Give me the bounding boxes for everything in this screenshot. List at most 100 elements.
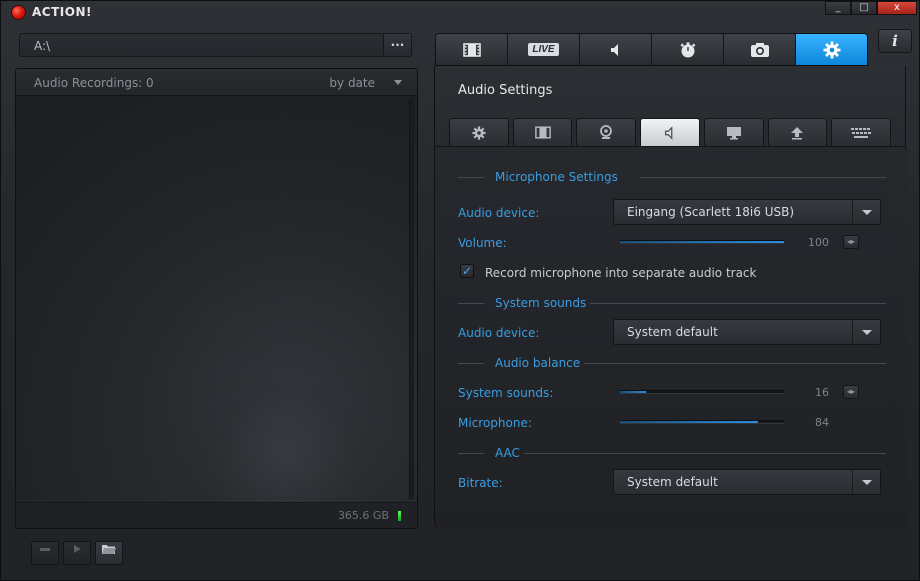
mic-device-label: Audio device:: [458, 206, 540, 220]
play-icon[interactable]: [63, 541, 91, 565]
subtab-webcam[interactable]: [576, 118, 637, 146]
section-microphone: Microphone Settings: [458, 170, 886, 184]
subtab-upload[interactable]: [767, 118, 828, 146]
main-tab-bar: LIVE: [435, 33, 868, 66]
recordings-panel: Audio Recordings: 0 by date 365.6 GB: [15, 68, 418, 529]
maximize-button[interactable]: □: [851, 1, 877, 15]
divider: [458, 453, 484, 454]
sys-device-dropdown[interactable]: System default: [613, 319, 881, 345]
live-icon: LIVE: [528, 43, 559, 56]
subtab-video[interactable]: [512, 118, 573, 146]
divider: [590, 303, 886, 304]
path-bar[interactable]: A:\ ...: [19, 33, 412, 57]
tab-timer[interactable]: [652, 34, 724, 65]
volume-slider[interactable]: [620, 240, 784, 244]
section-label: Audio balance: [495, 356, 581, 370]
volume-value: 100: [808, 236, 829, 249]
mic-device-value: Eingang (Scarlett 18i6 USB): [627, 205, 795, 219]
chevron-down-icon: [862, 480, 872, 485]
slider-fill: [620, 241, 784, 243]
chevron-down-icon: [862, 330, 872, 335]
recordings-scrollbar[interactable]: [409, 99, 414, 499]
gear-icon: [823, 41, 840, 58]
action-window: ACTION! _ □ x A:\ ... Audio Recordings: …: [0, 0, 920, 581]
keyboard-icon: [851, 127, 872, 138]
minimize-button[interactable]: _: [825, 1, 851, 15]
divider: [458, 303, 484, 304]
browse-path-button[interactable]: ...: [383, 34, 411, 56]
monitor-icon: [726, 126, 741, 139]
disk-free-space: 365.6 GB: [337, 509, 389, 522]
sort-chevron-down-icon[interactable]: [394, 80, 402, 85]
volume-mute-button[interactable]: ◂▸: [843, 235, 859, 249]
close-button[interactable]: x: [877, 1, 917, 15]
app-title: ACTION!: [32, 5, 92, 19]
settings-panel: Audio Settings Microphone Settings Audio…: [434, 66, 907, 529]
divider: [458, 363, 484, 364]
tab-screenshot[interactable]: [724, 34, 796, 65]
camera-icon: [750, 42, 769, 57]
slider-fill: [620, 391, 647, 393]
section-system-sounds: System sounds: [458, 296, 886, 310]
gear-icon: [472, 125, 486, 140]
settings-sub-tabs: [449, 118, 892, 146]
divider: [458, 177, 484, 178]
volume-label: Volume:: [458, 236, 507, 250]
chevron-down-icon: [862, 210, 872, 215]
dropdown-button[interactable]: [852, 470, 880, 494]
mic-device-dropdown[interactable]: Eingang (Scarlett 18i6 USB): [613, 199, 881, 225]
disk-status-indicator-icon: [398, 511, 401, 521]
subtab-hotkeys[interactable]: [831, 118, 892, 146]
separate-track-checkbox[interactable]: ✓: [460, 264, 474, 278]
tab-audio[interactable]: [580, 34, 652, 65]
sys-device-label: Audio device:: [458, 326, 540, 340]
window-controls: _ □ x: [825, 1, 917, 15]
sort-dropdown-label[interactable]: by date: [329, 76, 375, 90]
balance-link-button[interactable]: ◂▸: [843, 385, 859, 399]
divider: [524, 453, 886, 454]
divider: [584, 363, 886, 364]
sys-device-value: System default: [627, 325, 718, 339]
subtab-audio[interactable]: [640, 118, 700, 146]
tab-settings[interactable]: [796, 34, 867, 65]
section-label: AAC: [495, 446, 520, 460]
slider-fill: [620, 421, 758, 423]
dropdown-button[interactable]: [852, 320, 880, 344]
balance-system-slider[interactable]: [620, 390, 784, 394]
bitrate-dropdown[interactable]: System default: [613, 469, 881, 495]
speaker-icon: [610, 43, 618, 56]
separate-track-label[interactable]: Record microphone into separate audio tr…: [485, 266, 756, 280]
recordings-header: Audio Recordings: 0 by date: [16, 69, 417, 96]
stopwatch-icon: [680, 42, 695, 57]
page-title: Audio Settings: [458, 83, 553, 98]
balance-mic-label: Microphone:: [458, 416, 532, 430]
film-icon: [534, 126, 551, 139]
subtab-general[interactable]: [449, 118, 509, 146]
subtab-display[interactable]: [703, 118, 764, 146]
balance-mic-value: 84: [815, 416, 829, 429]
tab-video[interactable]: [436, 34, 508, 65]
bitrate-label: Bitrate:: [458, 476, 503, 490]
delete-icon[interactable]: [31, 541, 59, 565]
path-text: A:\: [34, 39, 51, 53]
divider: [640, 177, 886, 178]
speaker-icon: [665, 125, 673, 140]
title-bar: ACTION! _ □ x: [1, 1, 920, 23]
section-label: Microphone Settings: [495, 170, 618, 184]
tab-live[interactable]: LIVE: [508, 34, 580, 65]
webcam-icon: [600, 125, 613, 139]
section-audio-balance: Audio balance: [458, 356, 886, 370]
audio-settings-content: Microphone Settings Audio device: Eingan…: [435, 146, 907, 529]
info-button[interactable]: i: [878, 29, 912, 53]
dropdown-button[interactable]: [852, 200, 880, 224]
bitrate-value: System default: [627, 475, 718, 489]
recordings-footer: 365.6 GB: [16, 502, 417, 528]
upload-icon: [791, 126, 804, 139]
section-aac: AAC: [458, 446, 886, 460]
balance-system-label: System sounds:: [458, 386, 554, 400]
folder-icon[interactable]: [95, 541, 123, 565]
film-icon: [462, 42, 481, 57]
recording-actions: [31, 541, 123, 565]
balance-mic-slider[interactable]: [620, 420, 784, 424]
balance-system-value: 16: [815, 386, 829, 399]
